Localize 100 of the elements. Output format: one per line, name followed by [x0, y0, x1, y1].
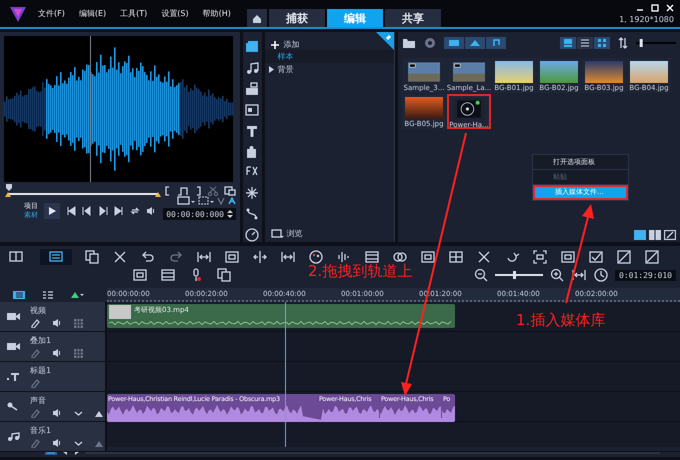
monitor-icon[interactable] [560, 249, 576, 265]
edit-icon[interactable] [664, 230, 676, 240]
annotation-text: 1.插入媒体库 [516, 311, 606, 330]
import-folder-icon[interactable] [402, 37, 416, 49]
fit-icon[interactable] [571, 267, 588, 283]
play-button[interactable] [44, 203, 60, 219]
zoom-in-icon[interactable] [549, 267, 566, 283]
tools-icon[interactable] [476, 249, 492, 265]
crop-icon[interactable] [198, 196, 214, 205]
view-button[interactable] [40, 249, 72, 265]
music-notes-icon[interactable] [245, 60, 260, 75]
video-filter-icon[interactable] [444, 37, 464, 49]
clock-icon[interactable] [593, 267, 610, 283]
menu-item[interactable]: 编辑(E) [78, 8, 106, 19]
zoom-out-icon[interactable] [473, 267, 490, 283]
copy-icon[interactable] [84, 249, 100, 265]
skip-end-icon[interactable] [114, 206, 124, 216]
palette-icon[interactable] [308, 249, 324, 265]
expand-icon[interactable] [268, 66, 274, 73]
menu-item[interactable]: 工具(T) [120, 8, 148, 19]
zoom-slider[interactable] [495, 270, 544, 280]
slash-icon[interactable] [616, 249, 632, 265]
folder-item[interactable]: 背景 [264, 63, 394, 76]
track-name: 声音 [30, 395, 47, 406]
film-icon[interactable] [364, 249, 380, 265]
text-tool-icon[interactable] [245, 124, 260, 138]
volume-icon[interactable] [52, 408, 62, 418]
fit-icon[interactable] [196, 249, 212, 265]
speedometer-icon[interactable] [245, 228, 260, 242]
close-icon[interactable] [666, 4, 674, 12]
monitor-icon[interactable] [420, 249, 436, 265]
mark-in-icon[interactable] [164, 186, 172, 196]
scene-icon[interactable] [245, 82, 260, 96]
audio-filter-icon[interactable] [486, 37, 506, 49]
grid-view-icon[interactable] [594, 37, 610, 49]
volume-icon[interactable] [52, 348, 62, 358]
sort-icon[interactable] [618, 37, 628, 49]
monitor-icon[interactable] [132, 267, 148, 283]
music-icon [6, 431, 20, 442]
film-icon[interactable] [160, 267, 176, 283]
track-name: 叠加1 [30, 335, 52, 346]
chapter-marker-icon[interactable] [70, 290, 84, 300]
skip-start-icon[interactable] [66, 206, 76, 216]
scroll-right-icon[interactable] [74, 449, 79, 455]
fit-icon[interactable] [280, 249, 296, 265]
chevron-down-icon[interactable] [74, 408, 83, 418]
browse-button[interactable]: 浏览 [270, 228, 302, 239]
chevron-icon[interactable] [217, 196, 225, 204]
trim-icon[interactable] [177, 186, 189, 196]
thumbnail-view-icon[interactable] [560, 37, 576, 49]
letter-icon[interactable] [228, 196, 236, 204]
list-view-icon[interactable] [577, 37, 593, 49]
step-back-icon[interactable] [82, 206, 92, 216]
checkbox-icon[interactable] [588, 249, 604, 265]
photo-placeholder [495, 61, 533, 83]
folder-icon [270, 228, 284, 238]
disc-icon[interactable] [424, 37, 436, 49]
folder-item[interactable]: 样本 [264, 50, 394, 63]
step-forward-icon[interactable] [98, 206, 108, 216]
tools-icon[interactable] [112, 249, 128, 265]
photo-placeholder [585, 61, 623, 83]
mark-out-icon[interactable] [194, 186, 202, 196]
menu-item[interactable]: 文件(F) [38, 8, 65, 19]
media-icon[interactable] [245, 40, 260, 54]
chevron-down-icon[interactable] [74, 438, 83, 448]
scrub-slider[interactable] [4, 184, 164, 198]
mode-tab[interactable]: 捕获 [268, 9, 325, 27]
home-icon [252, 14, 262, 22]
volume-icon[interactable] [146, 206, 156, 216]
triangle-icon[interactable] [95, 408, 104, 418]
volume-icon[interactable] [52, 318, 62, 328]
pin-icon[interactable] [376, 32, 394, 50]
timecode-display: 0:01:29:010 [615, 270, 676, 280]
add-button[interactable]: 添加 [270, 39, 300, 50]
menu-item[interactable]: 设置(S) [161, 8, 189, 19]
copy-icon[interactable] [224, 186, 236, 196]
aspect-icon[interactable] [177, 196, 195, 205]
title-icon[interactable] [245, 102, 260, 117]
size-slider[interactable] [636, 38, 676, 48]
monitor-icon[interactable] [224, 249, 240, 265]
repeat-icon[interactable] [130, 206, 140, 216]
list-icon[interactable] [42, 290, 54, 300]
scroll-left-icon[interactable] [63, 449, 68, 455]
path-icon[interactable] [245, 207, 260, 222]
text-icon [6, 371, 20, 382]
timecode-field[interactable]: 00:00:00:000 [163, 208, 236, 220]
frame-icon[interactable] [532, 249, 548, 265]
sparkle-icon[interactable] [245, 186, 260, 200]
track-name: 标题1 [30, 365, 52, 376]
slash-icon[interactable] [644, 249, 660, 265]
mode-tab[interactable]: 共享 [384, 9, 441, 27]
grid-icon[interactable] [448, 249, 464, 265]
menu-item[interactable]: 帮助(H) [202, 8, 231, 19]
split-icon[interactable] [252, 249, 268, 265]
copy-icon[interactable] [216, 267, 232, 283]
maximize-icon[interactable] [651, 4, 659, 12]
layout-icon[interactable] [649, 230, 661, 240]
photo-filter-icon[interactable] [465, 37, 485, 49]
volume-icon[interactable] [52, 438, 62, 448]
home-tab[interactable] [246, 9, 267, 27]
